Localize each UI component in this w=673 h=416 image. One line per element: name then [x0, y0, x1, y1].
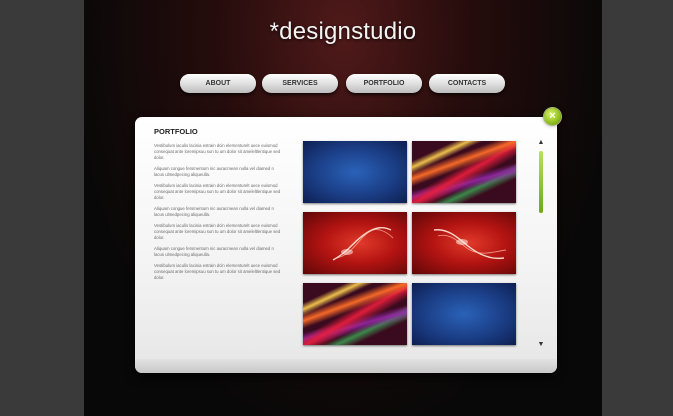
portfolio-thumbnail-color-streaks[interactable] — [303, 283, 407, 345]
paragraph: Vestibulum iaculis lacinia estrain dcin … — [154, 143, 281, 160]
portfolio-thumbnail-color-streaks[interactable] — [412, 141, 516, 203]
nav-portfolio-button[interactable]: PORTFOLIO — [346, 74, 422, 93]
main-nav: ABOUT SERVICES PORTFOLIO CONTACTS — [84, 74, 602, 94]
paragraph: Aliquam congue fersmentum nic auracmean … — [154, 246, 274, 257]
scroll-down-icon[interactable]: ▼ — [537, 341, 545, 348]
portfolio-text-column: PORTFOLIO Vestibulum iaculis lacinia est… — [154, 127, 282, 286]
nav-about-button[interactable]: ABOUT — [180, 74, 256, 93]
panel-scrollbar[interactable]: ▲ ▼ — [537, 139, 545, 348]
portfolio-thumbnail-blue-texture[interactable] — [303, 141, 407, 203]
portfolio-thumbnail-blue-texture[interactable] — [412, 283, 516, 345]
portfolio-thumbnail-red-swirl[interactable] — [303, 212, 407, 274]
nav-services-button[interactable]: SERVICES — [262, 74, 338, 93]
paragraph: Aliquam congue fersmentum nic auracmean … — [154, 206, 274, 217]
close-icon[interactable]: × — [544, 108, 561, 125]
portfolio-thumbnail-red-swirl[interactable] — [412, 212, 516, 274]
paragraph: Aliquam congue fersmentum nic auracmean … — [154, 166, 274, 177]
nav-contacts-button[interactable]: CONTACTS — [429, 74, 505, 93]
panel-heading: PORTFOLIO — [154, 127, 198, 136]
light-swirl-icon — [332, 226, 394, 261]
paragraph: Vestibulum iaculis lacinia estrain dcin … — [154, 223, 281, 240]
light-swirl-icon — [433, 229, 507, 260]
paragraph: Vestibulum iaculis lacinia estrain dcin … — [154, 183, 281, 200]
portfolio-panel: PORTFOLIO Vestibulum iaculis lacinia est… — [135, 117, 557, 373]
page-background: *designstudio ABOUT SERVICES PORTFOLIO C… — [84, 0, 602, 416]
site-logo[interactable]: *designstudio — [84, 18, 602, 46]
panel-footer-bar — [135, 359, 557, 373]
scroll-up-icon[interactable]: ▲ — [537, 139, 545, 146]
paragraph: Vestibulum iaculis lacinia estrain dcin … — [154, 263, 281, 280]
scroll-thumb[interactable] — [539, 151, 543, 213]
